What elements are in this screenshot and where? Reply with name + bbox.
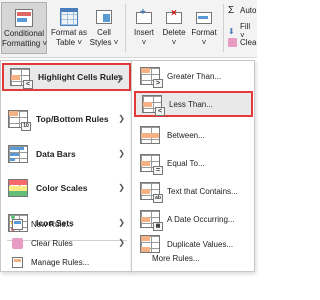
delete-icon: × [165, 8, 183, 26]
format-button[interactable]: Format ˅ [189, 2, 219, 54]
submenu-item-less-than[interactable]: < Less Than... [134, 91, 253, 117]
submenu-item-label: Less Than... [169, 99, 213, 109]
clear-label: Clea [240, 38, 257, 47]
cell-styles-button[interactable]: Cell Styles ˅ [88, 2, 120, 54]
submenu-item-between[interactable]: Between... [134, 122, 253, 148]
insert-icon: + [135, 8, 153, 26]
chevron-right-icon: ❯ [118, 238, 125, 247]
submenu-item-label: Equal To... [167, 158, 205, 168]
more-rules-link[interactable]: More Rules... [152, 254, 200, 263]
conditional-formatting-icon [15, 9, 33, 27]
conditional-formatting-label: Conditional Formatting ˅ [2, 29, 48, 48]
format-as-table-button[interactable]: Format as Table ˅ [50, 2, 88, 54]
format-label: Format ˅ [191, 28, 217, 47]
less-than-icon: < [142, 95, 165, 116]
submenu-item-label: Greater Than... [167, 71, 222, 81]
submenu-item-date-occurring[interactable]: ▦ A Date Occurring... [134, 206, 253, 232]
ribbon-divider [125, 4, 126, 52]
menu-item-label: Manage Rules... [31, 257, 90, 267]
between-icon [140, 126, 160, 144]
submenu-item-label: Text that Contains... [167, 186, 238, 196]
insert-label: Insert ˅ [133, 28, 154, 47]
clear-button[interactable]: Clea [228, 38, 256, 47]
eraser-icon [228, 38, 237, 47]
chevron-right-icon: ❯ [116, 74, 123, 83]
color-scales-icon [8, 179, 28, 197]
sigma-icon: Σ [228, 5, 235, 16]
delete-button[interactable]: × Delete ˅ [159, 2, 189, 54]
chevron-right-icon: ❯ [118, 114, 125, 123]
data-bars-icon [8, 145, 28, 163]
menu-item-label: Top/Bottom Rules [36, 114, 109, 124]
equal-to-icon: = [140, 154, 163, 175]
menu-item-color-scales[interactable]: Color Scales ❯ [2, 174, 131, 202]
menu-item-data-bars[interactable]: Data Bars ❯ [2, 140, 131, 168]
manage-rules-icon [12, 256, 23, 268]
ribbon-divider [223, 4, 224, 52]
submenu-item-label: A Date Occurring... [167, 214, 235, 224]
top-bottom-icon: 10 [8, 110, 31, 131]
highlight-cells-icon: < [10, 68, 33, 89]
chevron-right-icon: ❯ [118, 183, 125, 192]
text-contains-icon: ab [140, 182, 163, 203]
menu-item-new-rule[interactable]: New Rule... [2, 215, 131, 233]
delete-label: Delete ˅ [162, 28, 186, 47]
submenu-item-text-contains[interactable]: ab Text that Contains... [134, 178, 253, 204]
table-icon [60, 8, 78, 26]
ribbon: Conditional Formatting ˅ Format as Table… [0, 0, 257, 58]
menu-item-label: Clear Rules [31, 238, 73, 248]
new-rule-icon [12, 218, 23, 230]
submenu-item-equal-to[interactable]: = Equal To... [134, 150, 253, 176]
autosum-button[interactable]: Σ Auto [228, 5, 257, 16]
clear-rules-icon [12, 237, 23, 249]
menu-item-label: Color Scales [36, 183, 88, 193]
submenu-item-label: Between... [167, 130, 205, 140]
format-as-table-label: Format as Table ˅ [50, 28, 87, 47]
menu-item-highlight-cells-rules[interactable]: < Highlight Cells Rules ❯ [2, 63, 131, 91]
menu-item-manage-rules[interactable]: Manage Rules... [2, 253, 131, 271]
duplicate-values-icon [140, 235, 160, 253]
menu-item-label: Highlight Cells Rules [38, 72, 124, 82]
cell-styles-label: Cell Styles ˅ [89, 28, 119, 47]
submenu-item-greater-than[interactable]: > Greater Than... [134, 63, 253, 89]
greater-than-icon: > [140, 67, 163, 88]
format-icon [195, 8, 213, 26]
conditional-formatting-menu: < Highlight Cells Rules ❯ 10 Top/Bottom … [0, 60, 132, 272]
insert-button[interactable]: + Insert ˅ [129, 2, 159, 54]
menu-item-label: New Rule... [31, 219, 73, 229]
menu-item-top-bottom-rules[interactable]: 10 Top/Bottom Rules ❯ [2, 105, 131, 133]
menu-item-label: Data Bars [36, 149, 76, 159]
date-occurring-icon: ▦ [140, 210, 163, 231]
cell-styles-icon [95, 8, 113, 26]
menu-item-clear-rules[interactable]: Clear Rules ❯ [2, 234, 131, 252]
highlight-cells-submenu: > Greater Than... < Less Than... Between… [131, 60, 255, 272]
autosum-label: Auto [240, 6, 257, 15]
submenu-item-label: Duplicate Values... [167, 239, 234, 249]
conditional-formatting-button[interactable]: Conditional Formatting ˅ [1, 2, 47, 54]
fill-down-icon: ⬇ [228, 26, 235, 36]
chevron-right-icon: ❯ [118, 149, 125, 158]
